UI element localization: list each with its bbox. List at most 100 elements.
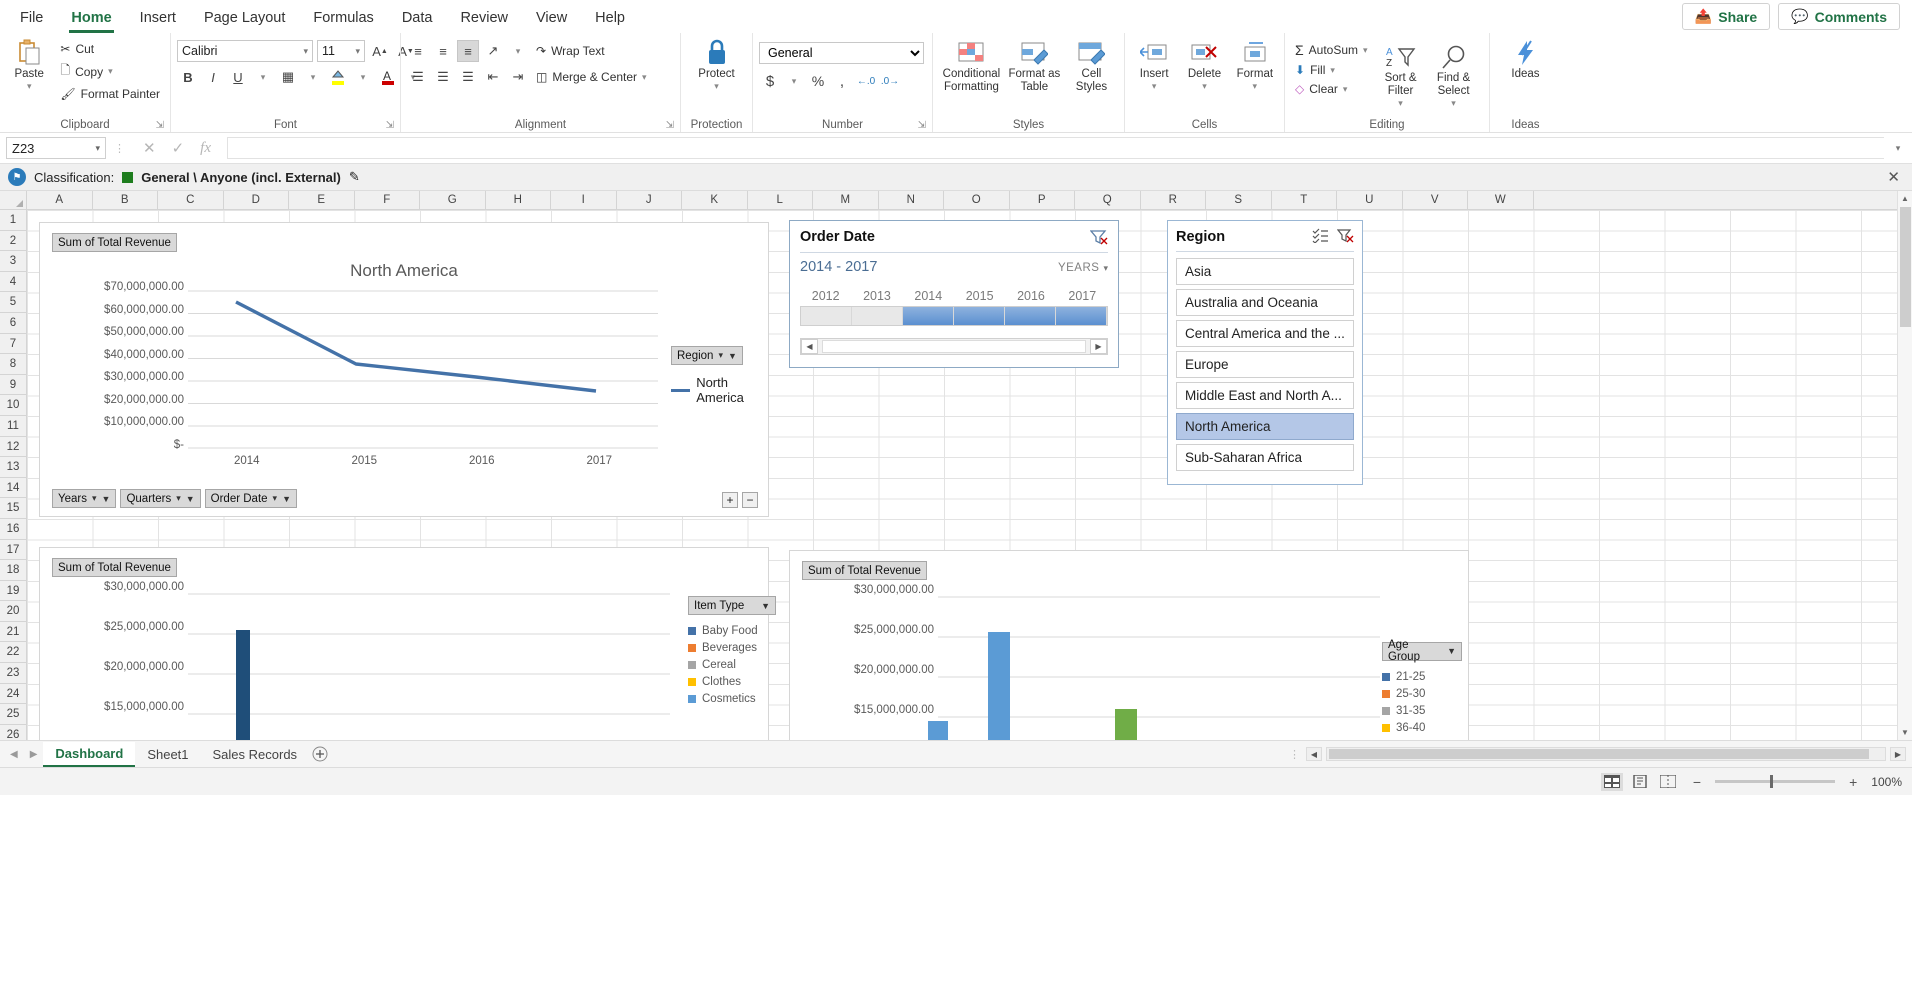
add-sheet-button[interactable] (309, 743, 331, 765)
order-date-filter-icon[interactable]: ▼ (282, 494, 291, 504)
delete-chevron-icon[interactable]: ▾ (1202, 81, 1207, 91)
zoom-out-button[interactable]: − (1693, 774, 1701, 790)
value-field-button-revenue-item-type[interactable]: Sum of Total Revenue (52, 558, 177, 577)
scroll-grip-icon[interactable]: ⋮ (1287, 748, 1302, 761)
filter-icon[interactable]: ▼ (728, 351, 737, 361)
tab-home[interactable]: Home (57, 4, 125, 33)
wrap-text-button[interactable]: ↷ Wrap Text (532, 42, 609, 60)
zoom-in-button[interactable]: + (1849, 774, 1857, 790)
underline-button[interactable]: U (227, 66, 249, 88)
delete-cells-button[interactable]: Delete ▾ (1181, 36, 1227, 94)
borders-chevron-icon[interactable]: ▾ (302, 66, 324, 88)
legend-field-button-region[interactable]: Region ▾ ▼ (671, 346, 743, 365)
sheet-tab-sheet1[interactable]: Sheet1 (135, 743, 200, 766)
italic-button[interactable]: I (202, 66, 224, 88)
merge-chevron-icon[interactable]: ▾ (642, 72, 647, 83)
sort-filter-button[interactable]: AZ Sort & Filter ▾ (1378, 40, 1424, 111)
quarters-chevron-icon[interactable]: ▾ (176, 493, 181, 504)
sort-filter-chevron-icon[interactable]: ▾ (1398, 98, 1403, 108)
format-painter-button[interactable]: 🖌 Format Painter (56, 85, 164, 103)
row-header-25[interactable]: 25 (0, 704, 26, 725)
row-header-8[interactable]: 8 (0, 354, 26, 375)
column-header-M[interactable]: M (813, 191, 879, 209)
formula-input[interactable] (227, 137, 1884, 159)
timeline-segment-2017[interactable] (1056, 307, 1107, 325)
orientation-chevron-icon[interactable]: ▾ (507, 40, 529, 62)
normal-view-button[interactable] (1601, 773, 1623, 791)
font-dialog-launcher[interactable]: ⇲ (386, 120, 394, 131)
comments-button[interactable]: 💬 Comments (1778, 3, 1900, 30)
format-as-table-button[interactable]: Format as Table (1006, 36, 1063, 96)
cut-button[interactable]: ✂ Cut (56, 40, 164, 58)
font-family-select[interactable]: Calibri ▾ (177, 40, 313, 62)
row-header-9[interactable]: 9 (0, 375, 26, 396)
row-header-18[interactable]: 18 (0, 560, 26, 581)
row-header-19[interactable]: 19 (0, 581, 26, 602)
tab-view[interactable]: View (522, 4, 581, 33)
fill-chevron-icon[interactable]: ▾ (1330, 65, 1335, 76)
row-header-4[interactable]: 4 (0, 272, 26, 293)
row-header-3[interactable]: 3 (0, 251, 26, 272)
name-box-chevron-icon[interactable]: ▾ (95, 143, 100, 154)
scroll-down-icon[interactable]: ▼ (1898, 725, 1912, 740)
horizontal-scrollbar[interactable] (1326, 747, 1886, 761)
enter-icon[interactable]: ✓ (172, 139, 185, 157)
timeline-segment-2015[interactable] (954, 307, 1005, 325)
column-header-B[interactable]: B (93, 191, 159, 209)
chart-item-type[interactable]: Sum of Total Revenue $30,000,000.00 $25,… (39, 547, 769, 740)
hscroll-right-icon[interactable]: ▶ (1890, 747, 1906, 761)
increase-indent-button[interactable]: ⇥ (507, 66, 529, 88)
slicer-item-central-america[interactable]: Central America and the ... (1176, 320, 1354, 347)
legend-field-button-item-type[interactable]: Item Type ▼ (688, 596, 776, 615)
timeline-scroll-right-icon[interactable]: ▶ (1090, 339, 1107, 354)
timeline-level-chevron-icon[interactable]: ▾ (1103, 263, 1108, 274)
value-field-button-revenue-age-group[interactable]: Sum of Total Revenue (802, 561, 927, 580)
slicer-item-asia[interactable]: Asia (1176, 258, 1354, 285)
hscroll-left-icon[interactable]: ◀ (1306, 747, 1322, 761)
select-all-button[interactable] (0, 191, 27, 209)
merge-center-button[interactable]: ◫ Merge & Center ▾ (532, 68, 651, 86)
page-layout-view-button[interactable] (1629, 773, 1651, 791)
tab-data[interactable]: Data (388, 4, 447, 33)
row-header-24[interactable]: 24 (0, 684, 26, 705)
horizontal-scroll-thumb[interactable] (1329, 749, 1869, 759)
slicer-item-australia-and-oceania[interactable]: Australia and Oceania (1176, 289, 1354, 316)
slicer-item-north-america[interactable]: North America (1176, 413, 1354, 440)
increase-font-size-button[interactable]: A▲ (369, 40, 391, 62)
row-header-17[interactable]: 17 (0, 540, 26, 561)
column-header-S[interactable]: S (1206, 191, 1272, 209)
insert-function-icon[interactable]: fx (200, 140, 211, 157)
increase-decimal-button[interactable]: ←.0 (855, 70, 877, 92)
column-header-J[interactable]: J (617, 191, 683, 209)
field-button-years[interactable]: Years ▾ ▼ (52, 489, 116, 508)
fill-color-button[interactable] (327, 66, 349, 88)
row-header-16[interactable]: 16 (0, 519, 26, 540)
conditional-formatting-button[interactable]: Conditional Formatting (939, 36, 1004, 96)
timeline-segment-2016[interactable] (1005, 307, 1056, 325)
tab-insert[interactable]: Insert (126, 4, 190, 33)
multi-select-icon[interactable] (1312, 228, 1329, 246)
field-button-quarters[interactable]: Quarters ▾ ▼ (120, 489, 200, 508)
row-header-20[interactable]: 20 (0, 601, 26, 622)
decrease-decimal-button[interactable]: .0→ (879, 70, 901, 92)
font-size-select[interactable]: 11 ▾ (317, 40, 365, 62)
cancel-icon[interactable]: ✕ (143, 139, 156, 157)
chart-age-group[interactable]: Sum of Total Revenue $30,000,000.00 $ (789, 550, 1469, 740)
quarters-filter-icon[interactable]: ▼ (186, 494, 195, 504)
timeline-segment-2013[interactable] (852, 307, 903, 325)
tab-file[interactable]: File (6, 4, 57, 33)
row-header-11[interactable]: 11 (0, 416, 26, 437)
tab-review[interactable]: Review (446, 4, 522, 33)
font-color-button[interactable]: A (377, 66, 399, 88)
column-header-R[interactable]: R (1141, 191, 1207, 209)
number-dialog-launcher[interactable]: ⇲ (918, 120, 926, 131)
age-group-chevron-icon[interactable]: ▼ (1447, 646, 1456, 656)
protect-chevron-icon[interactable]: ▾ (714, 81, 719, 91)
row-header-15[interactable]: 15 (0, 498, 26, 519)
copy-button[interactable]: 🗋 Copy ▾ (56, 59, 164, 84)
tab-page-layout[interactable]: Page Layout (190, 4, 299, 33)
align-right-button[interactable]: ☰ (457, 66, 479, 88)
find-select-button[interactable]: Find & Select ▾ (1430, 40, 1478, 111)
timeline-scrollbar[interactable]: ◀ ▶ (800, 338, 1108, 355)
slicer-region[interactable]: Region Asia Australia and Oceania Centra… (1167, 220, 1363, 485)
